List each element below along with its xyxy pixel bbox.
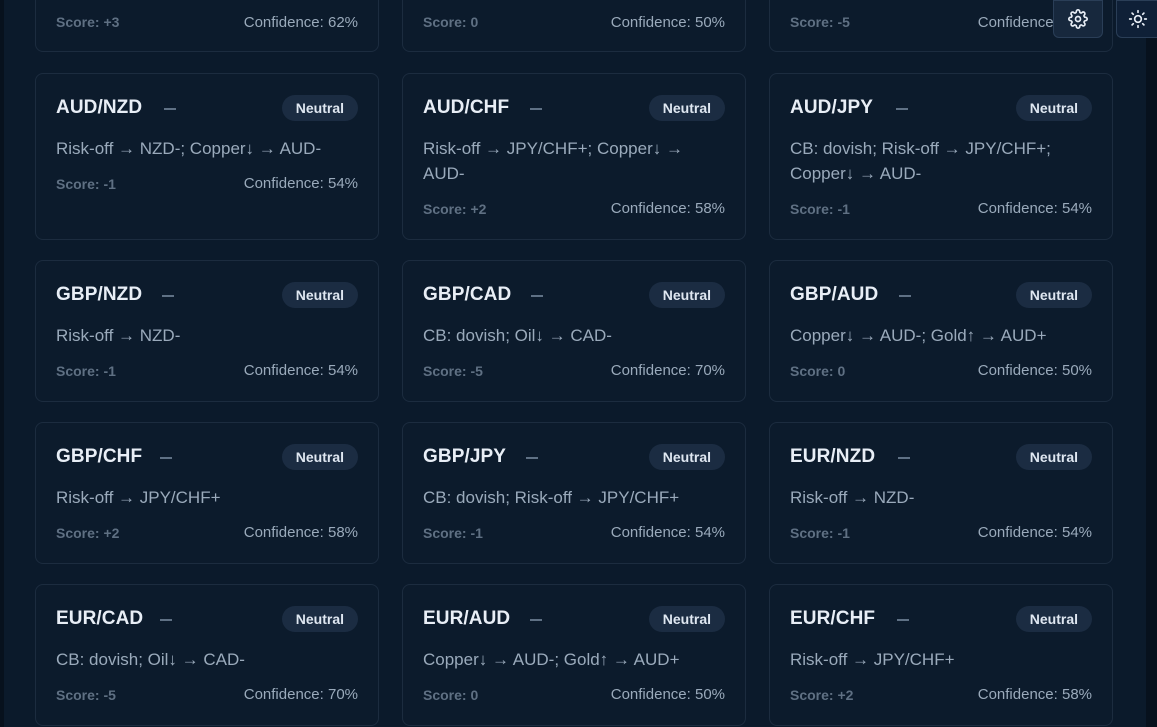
confidence-text: Confidence: 58% — [243, 524, 358, 541]
score-text: Score: +2 — [56, 525, 120, 541]
score-text: Score: -1 — [423, 525, 483, 541]
drivers-text: Risk-off → NZD- — [56, 326, 181, 345]
drivers-text: CB: dovish; Oil↓ → CAD- — [56, 650, 245, 669]
pair-name: EUR/AUD — [423, 608, 511, 629]
pair-name: EUR/CHF — [790, 608, 876, 629]
pair-name: EUR/CAD — [56, 608, 144, 629]
signal-card[interactable]: EUR/AUD Neutral Copper↓ → AUD-; Gold↑ → … — [402, 584, 746, 726]
gear-icon — [1068, 9, 1088, 29]
drivers-text: Risk-off → NZD- — [790, 488, 915, 507]
signal-card[interactable]: GBP/CAD Neutral CB: dovish; Oil↓ → CAD- … — [402, 260, 746, 402]
score-text: Score: -1 — [790, 201, 850, 217]
bias-badge: Neutral — [281, 444, 358, 470]
signal-card[interactable]: EUR/CHF Neutral Risk-off → JPY/CHF+ Scor… — [769, 584, 1113, 726]
trend-dash-icon — [896, 108, 908, 110]
signals-panel: Score: +3 Confidence: 62% Score: 0 Confi… — [4, 0, 1146, 727]
signal-card[interactable]: GBP/JPY Neutral CB: dovish; Risk-off → J… — [402, 422, 746, 564]
confidence-text: Confidence: 62% — [243, 14, 358, 31]
pair-name: GBP/CAD — [423, 284, 512, 305]
sun-icon — [1128, 9, 1148, 29]
pair-name: GBP/NZD — [56, 284, 143, 305]
trend-dash-icon — [897, 619, 909, 621]
score-text: Score: -5 — [790, 14, 850, 30]
score-text: Score: +2 — [423, 201, 487, 217]
signal-card-top-2: Score: 0 Confidence: 50% — [402, 0, 746, 52]
signal-card[interactable]: AUD/CHF Neutral Risk-off → JPY/CHF+; Cop… — [402, 73, 746, 240]
score-text: Score: +2 — [790, 687, 854, 703]
pair-name: GBP/CHF — [56, 446, 143, 467]
trend-dash-icon — [162, 295, 174, 297]
confidence-text: Confidence: 50% — [977, 362, 1092, 379]
confidence-text: Confidence: 54% — [243, 175, 358, 192]
signal-card[interactable]: GBP/AUD Neutral Copper↓ → AUD-; Gold↑ → … — [769, 260, 1113, 402]
confidence-text: Confidence: 70% — [243, 686, 358, 703]
confidence-text: Confidence: 54% — [243, 362, 358, 379]
trend-dash-icon — [531, 295, 543, 297]
pair-name: AUD/CHF — [423, 97, 510, 118]
trend-dash-icon — [899, 295, 911, 297]
confidence-text: Confidence: 54% — [977, 200, 1092, 217]
confidence-text: Confidence: 58% — [610, 200, 725, 217]
trend-dash-icon — [898, 457, 910, 459]
signal-card-top-1: Score: +3 Confidence: 62% — [35, 0, 379, 52]
confidence-text: Confidence: 58% — [977, 686, 1092, 703]
score-text: Score: -1 — [790, 525, 850, 541]
drivers-text: CB: dovish; Risk-off → JPY/CHF+; Copper↓… — [790, 139, 1051, 183]
bias-badge: Neutral — [1015, 444, 1092, 470]
pair-name: EUR/NZD — [790, 446, 876, 467]
score-text: Score: -5 — [423, 363, 483, 379]
pair-name: AUD/NZD — [56, 97, 143, 118]
pair-name: AUD/JPY — [790, 97, 874, 118]
trend-dash-icon — [530, 108, 542, 110]
bias-badge: Neutral — [281, 282, 358, 308]
settings-button[interactable] — [1053, 0, 1103, 38]
bias-badge: Neutral — [281, 95, 358, 121]
signal-card[interactable]: AUD/NZD Neutral Risk-off → NZD-; Copper↓… — [35, 73, 379, 240]
trend-dash-icon — [160, 457, 172, 459]
signal-card[interactable]: GBP/CHF Neutral Risk-off → JPY/CHF+ Scor… — [35, 422, 379, 564]
signal-card[interactable]: AUD/JPY Neutral CB: dovish; Risk-off → J… — [769, 73, 1113, 240]
drivers-text: Risk-off → NZD-; Copper↓ → AUD- — [56, 139, 322, 158]
signal-card[interactable]: EUR/NZD Neutral Risk-off → NZD- Score: -… — [769, 422, 1113, 564]
drivers-text: Copper↓ → AUD-; Gold↑ → AUD+ — [790, 326, 1047, 345]
drivers-text: Risk-off → JPY/CHF+; Copper↓ → AUD- — [423, 139, 683, 183]
score-text: Score: +3 — [56, 14, 120, 30]
bias-badge: Neutral — [281, 606, 358, 632]
drivers-text: CB: dovish; Risk-off → JPY/CHF+ — [423, 488, 680, 507]
confidence-text: Confidence: 54% — [610, 524, 725, 541]
score-text: Score: -1 — [56, 363, 116, 379]
bias-badge: Neutral — [648, 606, 725, 632]
bias-badge: Neutral — [1015, 95, 1092, 121]
score-text: Score: 0 — [423, 14, 479, 30]
trend-dash-icon — [526, 457, 538, 459]
confidence-text: Confidence: 50% — [610, 14, 725, 31]
signal-card[interactable]: GBP/NZD Neutral Risk-off → NZD- Score: -… — [35, 260, 379, 402]
drivers-text: Copper↓ → AUD-; Gold↑ → AUD+ — [423, 650, 680, 669]
pair-name: GBP/AUD — [790, 284, 879, 305]
bias-badge: Neutral — [1015, 282, 1092, 308]
pair-name: GBP/JPY — [423, 446, 507, 467]
score-text: Score: 0 — [423, 687, 479, 703]
bias-badge: Neutral — [648, 95, 725, 121]
signal-card[interactable]: EUR/CAD Neutral CB: dovish; Oil↓ → CAD- … — [35, 584, 379, 726]
drivers-text: CB: dovish; Oil↓ → CAD- — [423, 326, 612, 345]
drivers-text: Risk-off → JPY/CHF+ — [56, 488, 221, 507]
score-text: Score: 0 — [790, 363, 846, 379]
trend-dash-icon — [530, 619, 542, 621]
bias-badge: Neutral — [648, 444, 725, 470]
drivers-text: Risk-off → JPY/CHF+ — [790, 650, 955, 669]
bias-badge: Neutral — [1015, 606, 1092, 632]
score-text: Score: -5 — [56, 687, 116, 703]
trend-dash-icon — [164, 108, 176, 110]
theme-toggle-button[interactable] — [1116, 0, 1157, 38]
confidence-text: Confidence: 70% — [610, 362, 725, 379]
score-text: Score: -1 — [56, 176, 116, 192]
confidence-text: Confidence: 50% — [610, 686, 725, 703]
trend-dash-icon — [160, 619, 172, 621]
confidence-text: Confidence: 54% — [977, 524, 1092, 541]
bias-badge: Neutral — [648, 282, 725, 308]
